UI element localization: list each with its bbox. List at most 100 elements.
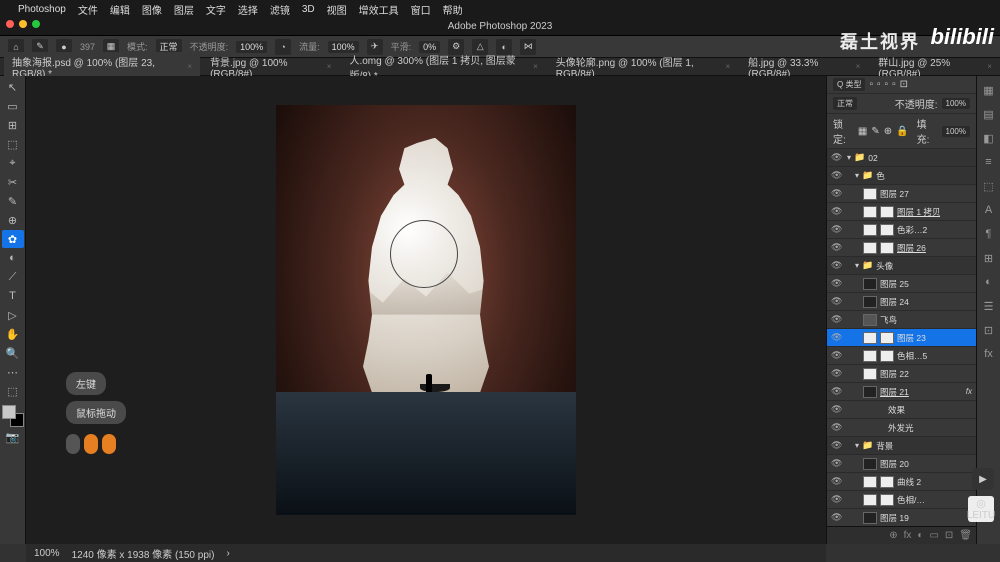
layer-name[interactable]: 曲线 2	[897, 476, 921, 488]
layer-row[interactable]: 👁 色相/…	[827, 491, 976, 509]
menu-select[interactable]: 选择	[238, 2, 258, 17]
marquee-tool[interactable]: ▭	[2, 97, 24, 115]
layer-row[interactable]: 👁▾📁背景	[827, 437, 976, 455]
chevron-down-icon[interactable]: ▾	[847, 153, 851, 162]
chevron-down-icon[interactable]: ▾	[855, 261, 859, 270]
visibility-icon[interactable]: 👁	[831, 350, 841, 361]
fx-badge[interactable]: fx	[966, 387, 972, 396]
layer-row[interactable]: 👁图层 26	[827, 239, 976, 257]
layer-filter[interactable]: Q 类型	[833, 78, 865, 91]
app-name[interactable]: Photoshop	[18, 4, 66, 15]
lock-icon[interactable]: ✎	[871, 126, 879, 137]
channels-panel-icon[interactable]: ⊡	[981, 322, 997, 338]
layer-list[interactable]: 👁▾📁02👁▾📁色👁图层 27👁图层 1 拷贝👁色彩…2👁图层 26👁▾📁头像👁…	[827, 149, 976, 526]
visibility-icon[interactable]: 👁	[831, 260, 841, 271]
visibility-icon[interactable]: 👁	[831, 206, 841, 217]
layer-thumbnail[interactable]	[863, 494, 877, 506]
layer-thumbnail[interactable]	[863, 512, 877, 524]
menu-filter[interactable]: 滤镜	[270, 2, 290, 17]
menu-layer[interactable]: 图层	[174, 2, 194, 17]
layer-row[interactable]: 👁 色相…5	[827, 347, 976, 365]
patterns-panel-icon[interactable]: ≡	[981, 154, 997, 170]
visibility-icon[interactable]: 👁	[831, 494, 841, 505]
adjustments-panel-icon[interactable]: ⬚	[981, 178, 997, 194]
layer-name[interactable]: 图层 22	[880, 368, 909, 380]
menu-type[interactable]: 文字	[206, 2, 226, 17]
layer-name[interactable]: 色相/…	[897, 494, 925, 506]
libraries-panel-icon[interactable]: ⊞	[981, 250, 997, 266]
canvas-area[interactable]: 左键 鼠标拖动	[26, 76, 826, 544]
visibility-icon[interactable]: 👁	[831, 278, 841, 289]
layer-row[interactable]: 👁▾📁色	[827, 167, 976, 185]
visibility-icon[interactable]: 👁	[831, 314, 841, 325]
filter-icon[interactable]: ▫	[877, 79, 881, 90]
new-layer-icon[interactable]: ⊡	[945, 530, 953, 541]
visibility-icon[interactable]: 👁	[831, 224, 841, 235]
layer-thumbnail[interactable]	[863, 314, 877, 326]
layer-name[interactable]: 图层 21	[880, 386, 909, 398]
lasso-tool[interactable]: ⊞	[2, 116, 24, 134]
mask-thumbnail[interactable]	[880, 476, 894, 488]
color-panel-icon[interactable]: ▦	[981, 82, 997, 98]
zoom-level[interactable]: 100%	[34, 548, 60, 559]
layer-row[interactable]: 👁图层 21fx	[827, 383, 976, 401]
lock-icon[interactable]: ⊕	[884, 126, 892, 137]
layer-name[interactable]: 色彩…2	[897, 224, 927, 236]
mask-thumbnail[interactable]	[880, 350, 894, 362]
close-icon[interactable]: ×	[187, 62, 192, 71]
new-group-icon[interactable]: ▭	[929, 530, 938, 541]
frame-tool[interactable]: ✂	[2, 173, 24, 191]
menu-image[interactable]: 图像	[142, 2, 162, 17]
layer-thumbnail[interactable]	[863, 386, 877, 398]
layer-mask-icon[interactable]: ◐	[917, 530, 923, 541]
layer-thumbnail[interactable]	[863, 278, 877, 290]
layer-row[interactable]: 👁图层 22	[827, 365, 976, 383]
menu-file[interactable]: 文件	[78, 2, 98, 17]
layer-thumbnail[interactable]	[863, 206, 877, 218]
layer-fill[interactable]: 100%	[942, 126, 970, 137]
menu-edit[interactable]: 编辑	[110, 2, 130, 17]
mask-thumbnail[interactable]	[880, 224, 894, 236]
menu-help[interactable]: 帮助	[443, 2, 463, 17]
lock-icon[interactable]: 🔒	[896, 126, 908, 137]
filter-toggle[interactable]: ⊡	[900, 79, 908, 90]
visibility-icon[interactable]: 👁	[831, 188, 841, 199]
layer-row[interactable]: 👁曲线 2	[827, 473, 976, 491]
hand-tool[interactable]: ✋	[2, 325, 24, 343]
brush-size[interactable]: 397	[80, 42, 95, 52]
doc-dimensions[interactable]: 1240 像素 x 1938 像素 (150 ppi)	[72, 546, 215, 561]
mask-thumbnail[interactable]	[880, 242, 894, 254]
chevron-down-icon[interactable]: ▾	[855, 441, 859, 450]
layer-name[interactable]: 色相…5	[897, 350, 927, 362]
visibility-icon[interactable]: 👁	[831, 170, 841, 181]
zoom-tool[interactable]: 🔍	[2, 344, 24, 362]
layer-thumbnail[interactable]	[863, 458, 877, 470]
layer-name[interactable]: 背景	[876, 440, 893, 452]
mask-thumbnail[interactable]	[880, 494, 894, 506]
paths-panel-icon[interactable]: fx	[981, 346, 997, 362]
layer-fx-icon[interactable]: fx	[904, 530, 912, 541]
more-tools[interactable]: ⋯	[2, 363, 24, 381]
layer-row[interactable]: 👁图层 23	[827, 329, 976, 347]
foreground-color[interactable]	[2, 405, 16, 419]
layer-thumbnail[interactable]	[863, 332, 877, 344]
layer-row[interactable]: 👁图层 25	[827, 275, 976, 293]
layer-row[interactable]: 👁图层 19	[827, 509, 976, 526]
layer-thumbnail[interactable]	[863, 296, 877, 308]
layer-name[interactable]: 图层 20	[880, 458, 909, 470]
layer-row[interactable]: 👁图层 24	[827, 293, 976, 311]
brush-tool[interactable]: ✿	[2, 230, 24, 248]
visibility-icon[interactable]: 👁	[831, 422, 841, 433]
layer-name[interactable]: 图层 26	[897, 242, 926, 254]
edit-toolbar[interactable]: ⬚	[2, 382, 24, 400]
character-panel-icon[interactable]: A	[981, 202, 997, 218]
chevron-down-icon[interactable]: ▾	[855, 171, 859, 180]
layer-row[interactable]: 👁▾📁头像	[827, 257, 976, 275]
layer-row[interactable]: 👁外发光	[827, 419, 976, 437]
layer-row[interactable]: 👁 色彩…2	[827, 221, 976, 239]
layer-name[interactable]: 飞鸟	[880, 314, 897, 326]
stamp-tool[interactable]: ◐	[2, 249, 24, 267]
visibility-icon[interactable]: 👁	[831, 296, 841, 307]
filter-icon[interactable]: ▫	[885, 79, 889, 90]
layer-thumbnail[interactable]	[863, 476, 877, 488]
